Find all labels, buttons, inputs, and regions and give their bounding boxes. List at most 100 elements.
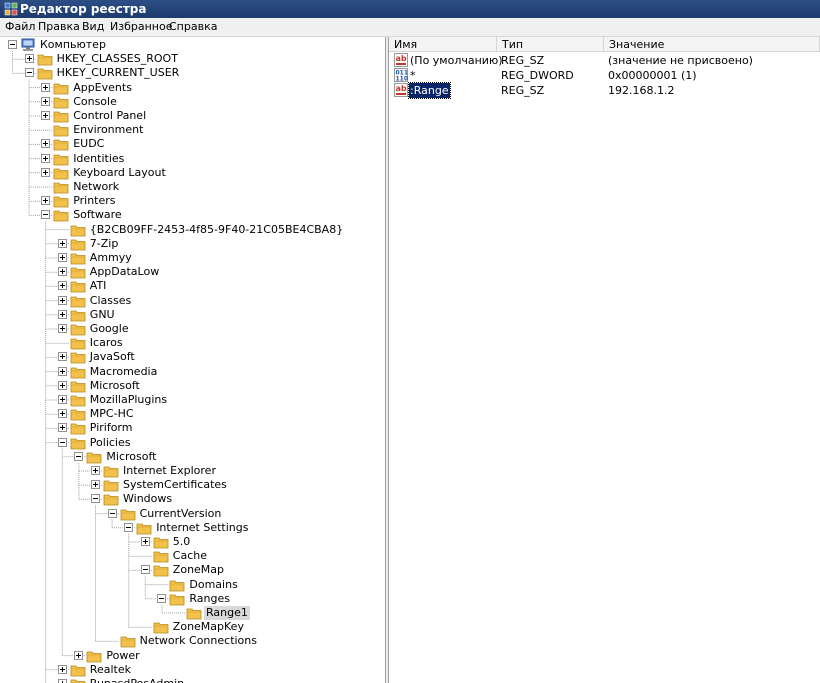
- menu-edit[interactable]: Правка: [36, 18, 82, 36]
- expand-icon[interactable]: [41, 111, 51, 120]
- tree-node-windows[interactable]: Windows: [0, 492, 385, 506]
- expand-icon[interactable]: [41, 139, 51, 149]
- tree-node-control-panel[interactable]: Control Panel: [0, 109, 385, 123]
- tree-node-internet-explorer[interactable]: Internet Explorer: [0, 464, 385, 478]
- values-list[interactable]: Имя Тип Значение ab (По умолчанию) REG_S…: [389, 37, 820, 683]
- tree-node-компьютер[interactable]: Компьютер: [0, 38, 385, 52]
- tree-node-ranges[interactable]: Ranges: [0, 592, 385, 606]
- menu-view[interactable]: Вид: [80, 18, 106, 36]
- tree-node-piriform[interactable]: Piriform: [0, 421, 385, 435]
- expand-icon[interactable]: [91, 480, 100, 490]
- collapse-icon[interactable]: [140, 565, 150, 575]
- tree-node-mozillaplugins[interactable]: MozillaPlugins: [0, 393, 385, 407]
- expand-icon[interactable]: [140, 537, 150, 546]
- collapse-icon[interactable]: [124, 522, 134, 532]
- tree-node-network-connections[interactable]: Network Connections: [0, 634, 385, 648]
- tree-node-ammyy[interactable]: Ammyy: [0, 251, 385, 265]
- tree-node-console[interactable]: Console: [0, 95, 385, 109]
- tree-node-ati[interactable]: ATI: [0, 279, 385, 293]
- expand-icon[interactable]: [57, 679, 67, 683]
- tree-node-hkey-current-user[interactable]: HKEY_CURRENT_USER: [0, 66, 385, 80]
- expand-icon[interactable]: [57, 380, 67, 390]
- tree-node-appevents[interactable]: AppEvents: [0, 81, 385, 95]
- tree-node-b2cb09ff-2453-4f85-9f40-21c05be4cba8[interactable]: {B2CB09FF-2453-4f85-9F40-21C05BE4CBA8}: [0, 223, 385, 237]
- expand-icon[interactable]: [57, 309, 67, 319]
- tree-node-zonemapkey[interactable]: ZoneMapKey: [0, 620, 385, 634]
- collapse-icon[interactable]: [107, 508, 117, 518]
- svg-text:ab: ab: [396, 84, 407, 93]
- collapse-icon[interactable]: [57, 437, 67, 447]
- menu-favorites[interactable]: Избранное: [108, 18, 174, 36]
- tree-node-appdatalow[interactable]: AppDataLow: [0, 265, 385, 279]
- tree-node-power[interactable]: Power: [0, 649, 385, 663]
- menu-help[interactable]: Справка: [167, 18, 219, 36]
- tree-node-keyboard-layout[interactable]: Keyboard Layout: [0, 166, 385, 180]
- expand-icon[interactable]: [57, 395, 67, 404]
- svg-text:ab: ab: [396, 54, 407, 63]
- collapse-icon[interactable]: [157, 593, 167, 603]
- expand-icon[interactable]: [57, 423, 67, 433]
- expand-icon[interactable]: [57, 324, 67, 333]
- tree-node-currentversion[interactable]: CurrentVersion: [0, 507, 385, 521]
- key-tree[interactable]: Компьютер HKEY_CLASSES_ROOT HKEY_CURRENT_U…: [0, 37, 385, 683]
- expand-icon[interactable]: [57, 253, 67, 262]
- tree-node-zonemap[interactable]: ZoneMap: [0, 563, 385, 577]
- expand-icon[interactable]: [57, 352, 67, 362]
- tree-node-hkey-classes-root[interactable]: HKEY_CLASSES_ROOT: [0, 52, 385, 66]
- expand-icon[interactable]: [57, 409, 67, 419]
- tree-node-gnu[interactable]: GNU: [0, 308, 385, 322]
- tree-node-systemcertificates[interactable]: SystemCertificates: [0, 478, 385, 492]
- column-header-value[interactable]: Значение: [604, 37, 820, 52]
- expand-icon[interactable]: [41, 153, 51, 163]
- expand-icon[interactable]: [41, 167, 51, 177]
- collapse-icon[interactable]: [74, 451, 84, 461]
- tree-node-network[interactable]: Network: [0, 180, 385, 194]
- collapse-icon[interactable]: [91, 494, 100, 504]
- expand-icon[interactable]: [74, 650, 84, 660]
- tree-node-icaros[interactable]: Icaros: [0, 336, 385, 350]
- tree-node-classes[interactable]: Classes: [0, 294, 385, 308]
- value-row-default[interactable]: ab (По умолчанию) REG_SZ (значение не пр…: [389, 53, 820, 68]
- tree-node-environment[interactable]: Environment: [0, 123, 385, 137]
- expand-icon[interactable]: [57, 295, 67, 305]
- expand-icon[interactable]: [57, 281, 67, 291]
- tree-node-microsoft[interactable]: Microsoft: [0, 379, 385, 393]
- tree-node-javasoft[interactable]: JavaSoft: [0, 350, 385, 364]
- tree-node-domains[interactable]: Domains: [0, 578, 385, 592]
- column-header-name[interactable]: Имя: [389, 37, 497, 52]
- expand-icon[interactable]: [57, 267, 67, 277]
- tree-node-7-zip[interactable]: 7-Zip: [0, 237, 385, 251]
- expand-icon[interactable]: [41, 196, 51, 206]
- expand-icon[interactable]: [57, 366, 67, 376]
- expand-icon[interactable]: [41, 82, 51, 92]
- tree-node-realtek[interactable]: Realtek: [0, 663, 385, 677]
- tree-node-macromedia[interactable]: Macromedia: [0, 365, 385, 379]
- tree-node-identities[interactable]: Identities: [0, 152, 385, 166]
- expand-icon[interactable]: [41, 96, 51, 106]
- tree-node-software[interactable]: Software: [0, 208, 385, 222]
- tree-node-internet-settings[interactable]: Internet Settings: [0, 521, 385, 535]
- tree-node-eudc[interactable]: EUDC: [0, 137, 385, 151]
- tree-node-printers[interactable]: Printers: [0, 194, 385, 208]
- collapse-icon[interactable]: [8, 40, 17, 49]
- expand-icon[interactable]: [57, 238, 67, 248]
- tree-node-microsoft[interactable]: Microsoft: [0, 450, 385, 464]
- value-row-range[interactable]: ab :Range REG_SZ 192.168.1.2: [389, 82, 820, 99]
- tree-node-runasdposadmin[interactable]: RunasdPosAdmin: [0, 677, 385, 683]
- collapse-icon[interactable]: [41, 210, 51, 220]
- tree-node-cache[interactable]: Cache: [0, 549, 385, 563]
- tree-node-mpc-hc[interactable]: MPC-HC: [0, 407, 385, 421]
- collapse-icon[interactable]: [24, 68, 34, 78]
- tree-node-5-0[interactable]: 5.0: [0, 535, 385, 549]
- folder-icon: [153, 620, 169, 634]
- tree-node-policies[interactable]: Policies: [0, 436, 385, 450]
- expand-icon[interactable]: [24, 54, 34, 64]
- expand-icon[interactable]: [57, 664, 67, 674]
- folder-icon: [169, 592, 185, 606]
- expand-icon[interactable]: [91, 466, 100, 475]
- column-header-type[interactable]: Тип: [497, 37, 604, 52]
- menu-file[interactable]: Файл: [3, 18, 37, 36]
- tree-node-google[interactable]: Google: [0, 322, 385, 336]
- value-row-star[interactable]: 011 110 * REG_DWORD 0x00000001 (1): [389, 68, 820, 83]
- tree-node-range1[interactable]: Range1: [0, 606, 385, 620]
